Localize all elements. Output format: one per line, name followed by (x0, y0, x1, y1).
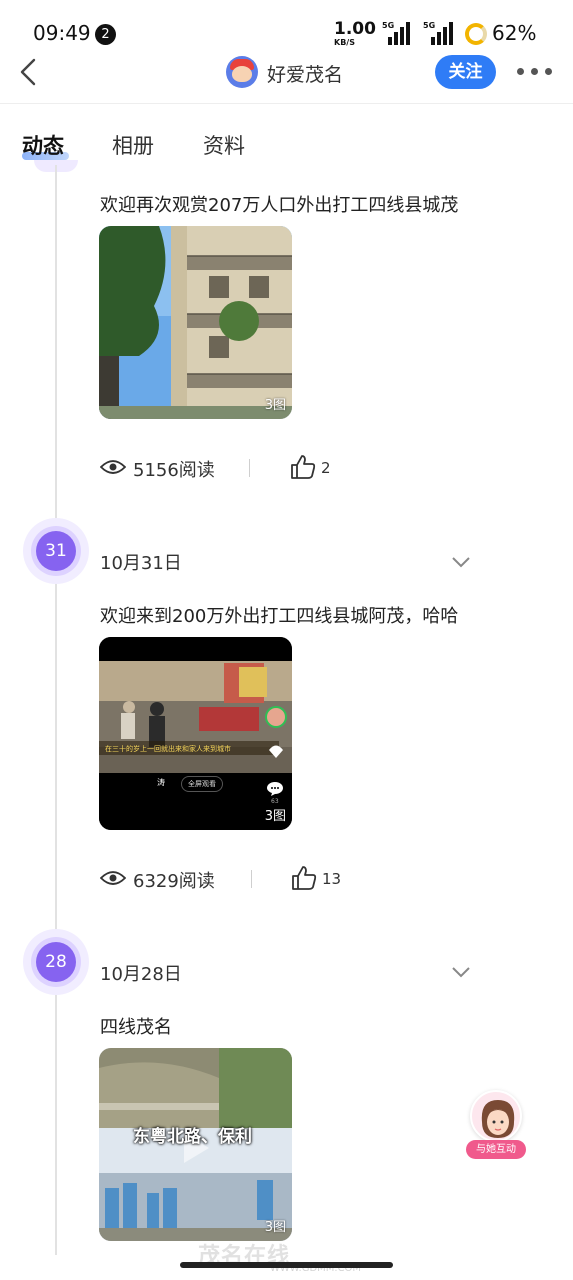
fullscreen-button[interactable]: 全屏观看 (181, 776, 223, 792)
video-comment-count: 63 (271, 798, 279, 805)
tab-album[interactable]: 相册 (112, 130, 154, 160)
signal-icon-2: 5G (421, 21, 457, 45)
signal-icon: 5G (374, 21, 414, 45)
battery-level: 62% (492, 21, 537, 45)
follow-button[interactable]: 关注 (435, 55, 496, 89)
post-text[interactable]: 欢迎来到200万外出打工四线县城阿茂，哈哈 (100, 602, 458, 628)
video-user-button[interactable]: 涛 (157, 777, 165, 788)
home-indicator[interactable] (180, 1262, 393, 1268)
read-count: 5156阅读 (133, 460, 215, 481)
chevron-down-icon[interactable] (451, 966, 471, 978)
back-arrow-icon[interactable] (16, 58, 44, 86)
read-count: 6329阅读 (133, 871, 215, 892)
notification-count-badge: 2 (95, 24, 116, 45)
account-avatar[interactable] (226, 56, 258, 88)
market-video-frame (99, 637, 292, 830)
post-image[interactable]: 3图 (99, 226, 292, 419)
network-speed-unit: KB/S (334, 38, 355, 47)
timeline-line (55, 165, 57, 1255)
post-text[interactable]: 四线茂名 (100, 1013, 172, 1039)
chevron-down-icon[interactable] (451, 556, 471, 568)
image-count-badge: 3图 (264, 809, 286, 824)
post-date: 10月28日 (100, 964, 182, 985)
more-options-icon[interactable] (517, 68, 553, 76)
sim1-label: 5G (382, 21, 395, 30)
image-caption: 东粤北路、保利 (133, 1127, 252, 1147)
date-day: 31 (36, 531, 76, 571)
stat-divider (249, 459, 250, 477)
eye-icon (100, 871, 126, 885)
battery-icon (465, 23, 487, 45)
interact-floating-button[interactable]: 与她互动 (466, 1090, 526, 1162)
stat-divider (251, 870, 252, 888)
network-speed-value: 1.00 (334, 19, 376, 39)
network-speed: 1.00 KB/S (334, 21, 376, 47)
thumbs-up-icon[interactable] (290, 454, 316, 480)
tab-profile[interactable]: 资料 (203, 130, 245, 160)
status-time: 09:49 (33, 21, 91, 45)
date-day: 28 (36, 942, 76, 982)
video-caption: 在三十的岁上一回就出来和家人来到城市 (105, 745, 231, 753)
tab-dynamics[interactable]: 动态 (22, 130, 64, 160)
post-image[interactable]: 东粤北路、保利 3图 (99, 1048, 292, 1241)
account-name[interactable]: 好爱茂名 (267, 60, 343, 87)
sim2-label: 5G (423, 21, 436, 30)
post-video-thumbnail[interactable]: 在三十的岁上一回就出来和家人来到城市 涛 全屏观看 63 3图 (99, 637, 292, 830)
post-date: 10月31日 (100, 553, 182, 574)
image-count-badge: 3图 (264, 1220, 286, 1235)
girl-avatar-icon (470, 1090, 522, 1142)
interact-label: 与她互动 (466, 1140, 526, 1159)
timeline-date-dot: 28 (23, 929, 89, 995)
thumbs-up-icon[interactable] (291, 865, 317, 891)
status-bar: 09:49 2 1.00 KB/S 5G 5G 62% (0, 0, 573, 52)
eye-icon (100, 460, 126, 474)
timeline-date-dot: 31 (23, 518, 89, 584)
building-photo (99, 226, 292, 419)
like-count: 13 (322, 870, 342, 888)
top-bar: 好爱茂名 关注 (0, 52, 573, 104)
post-text[interactable]: 欢迎再次观赏207万人口外出打工四线县城茂 (100, 191, 458, 217)
like-count: 2 (321, 459, 331, 477)
image-count-badge: 3图 (264, 398, 286, 413)
comment-icon[interactable] (266, 781, 284, 797)
